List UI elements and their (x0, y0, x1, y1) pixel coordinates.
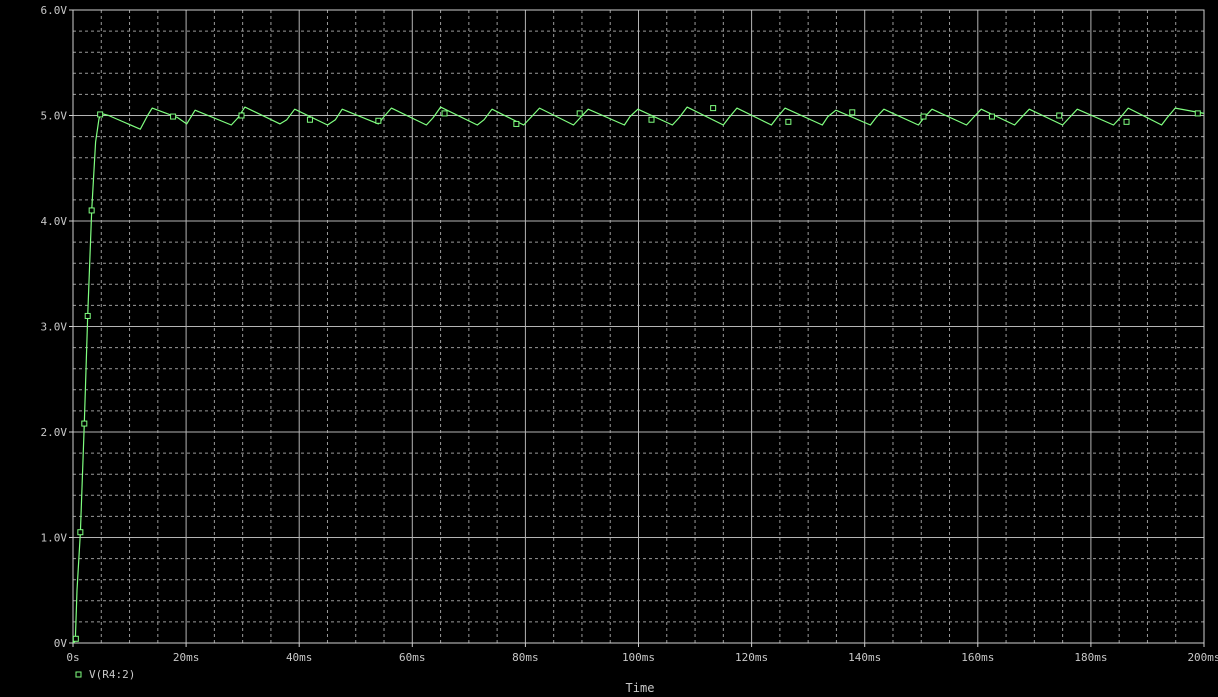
x-tick-label: 20ms (173, 651, 200, 664)
y-tick-label: 1.0V (41, 532, 68, 545)
x-tick-label: 160ms (961, 651, 994, 664)
x-tick-label: 120ms (735, 651, 768, 664)
plot-background (0, 0, 1218, 697)
series-marker (77, 529, 84, 536)
series-marker (238, 112, 245, 119)
series-marker (170, 113, 177, 120)
series-marker (648, 116, 655, 123)
y-tick-label: 0V (54, 637, 68, 650)
legend-series-name: V(R4:2) (89, 668, 135, 681)
x-axis-label: Time (626, 681, 655, 695)
y-tick-label: 5.0V (41, 110, 68, 123)
series-marker (1194, 110, 1201, 117)
series-marker (710, 105, 717, 112)
series-marker (81, 420, 88, 427)
x-tick-label: 60ms (399, 651, 426, 664)
y-tick-label: 4.0V (41, 215, 68, 228)
series-marker (441, 110, 448, 117)
series-marker (849, 109, 856, 116)
series-marker (513, 120, 520, 127)
x-tick-label: 0s (66, 651, 79, 664)
series-marker (306, 116, 313, 123)
series-marker (920, 113, 927, 120)
x-tick-label: 80ms (512, 651, 539, 664)
y-tick-label: 2.0V (41, 426, 68, 439)
y-tick-label: 6.0V (41, 4, 68, 17)
series-marker (88, 207, 95, 214)
y-tick-label: 3.0V (41, 321, 68, 334)
series-marker (1123, 118, 1130, 125)
series-marker (72, 635, 79, 642)
series-marker (84, 312, 91, 319)
series-marker (988, 113, 995, 120)
series-marker (375, 117, 382, 124)
series-marker (1056, 112, 1063, 119)
series-marker (97, 111, 104, 118)
x-tick-label: 200ms (1187, 651, 1218, 664)
x-tick-label: 180ms (1074, 651, 1107, 664)
x-tick-label: 40ms (286, 651, 313, 664)
x-tick-label: 100ms (622, 651, 655, 664)
series-marker (576, 110, 583, 117)
plot-svg: 0V 1.0V 2.0V 3.0V 4.0V 5.0V 6.0V 0s 20ms 40ms 60m… (0, 0, 1218, 697)
series-marker (785, 118, 792, 125)
x-tick-label: 140ms (848, 651, 881, 664)
